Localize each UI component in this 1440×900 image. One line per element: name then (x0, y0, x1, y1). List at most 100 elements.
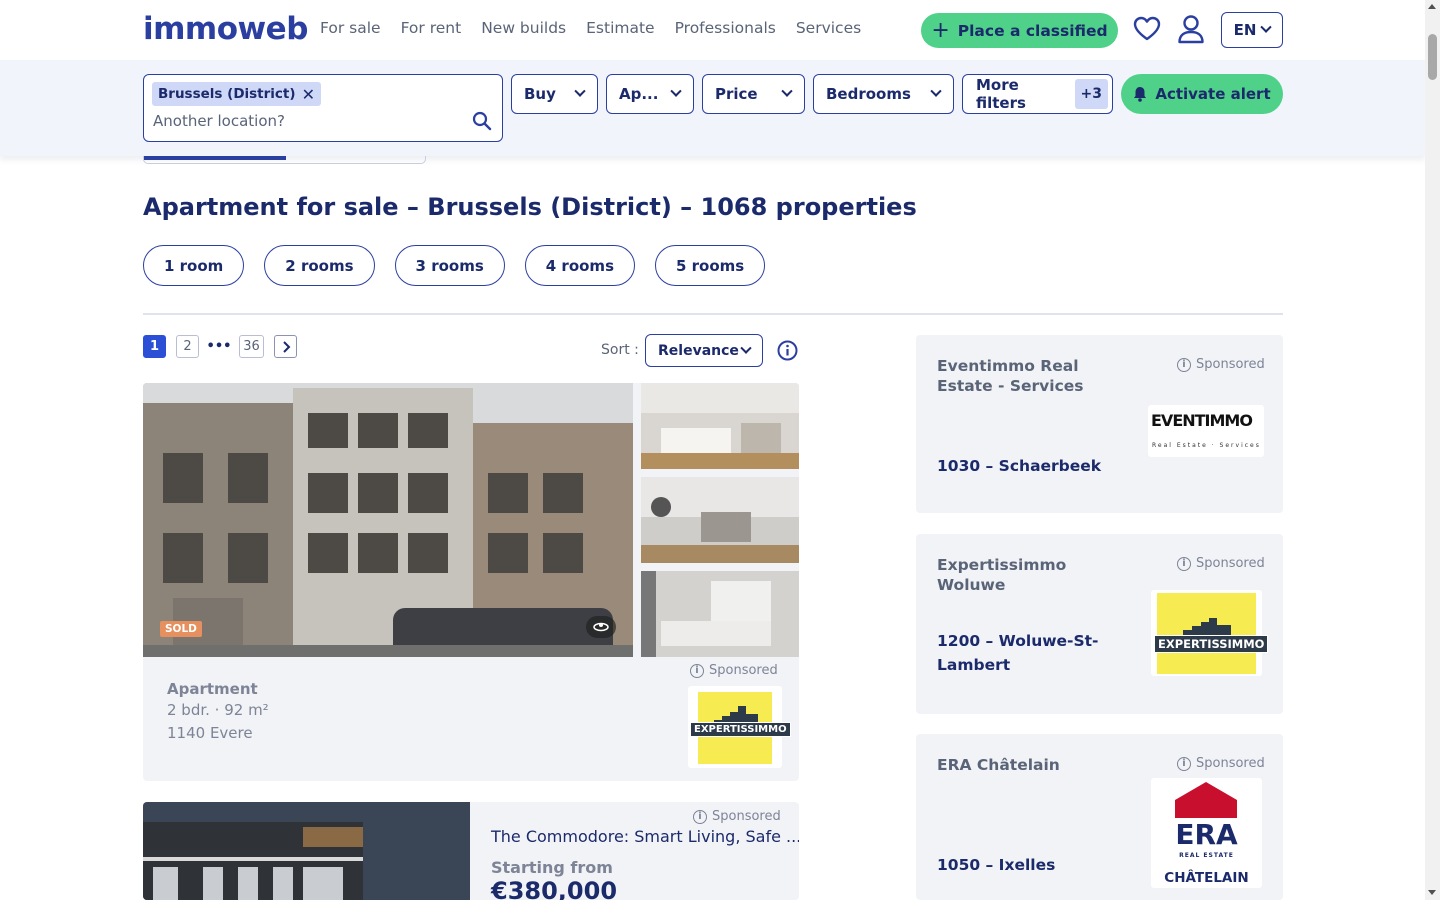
sponsored-text: Sponsored (1196, 357, 1265, 372)
nav-estimate[interactable]: Estimate (586, 19, 654, 37)
heart-icon[interactable] (1133, 15, 1161, 43)
location-input[interactable] (153, 110, 453, 132)
sidebar-agency-ad[interactable]: ERA Châtelain i Sponsored ERA REAL ESTAT… (916, 734, 1283, 900)
property-type-filter[interactable]: Ap... (606, 74, 694, 114)
era-logo-location: CHÂTELAIN (1164, 870, 1249, 886)
main-nav: For sale For rent New builds Estimate Pr… (320, 19, 861, 37)
agency-logo-text: EXPERTISSIMMO (690, 722, 791, 737)
listing-card[interactable]: i Sponsored The Commodore: Smart Living,… (143, 802, 799, 900)
chevron-down-icon (740, 342, 752, 354)
sidebar-agency-ad[interactable]: Expertissimmo Woluwe i Sponsored EXPERTI… (916, 534, 1283, 714)
price-filter-label: Price (715, 85, 758, 103)
page-current[interactable]: 1 (143, 335, 166, 358)
room-pill-2[interactable]: 2 rooms (264, 245, 375, 286)
price-filter[interactable]: Price (702, 74, 805, 114)
360-view-icon[interactable] (586, 616, 616, 638)
listing-thumbnail-1[interactable] (641, 383, 799, 469)
info-icon: i (1177, 756, 1191, 771)
sidebar-agency-ad[interactable]: Eventimmo Real Estate - Services i Spons… (916, 335, 1283, 513)
location-chip-label: Brussels (District) (158, 86, 296, 102)
listing-price: €380,000 (491, 877, 618, 900)
search-icon[interactable] (472, 111, 492, 131)
room-pill-1[interactable]: 1 room (143, 245, 245, 286)
era-logo-subtitle: REAL ESTATE (1179, 852, 1234, 859)
listing-thumbnail-3[interactable] (641, 571, 799, 657)
next-page-button[interactable] (274, 335, 297, 358)
agency-logo[interactable]: EXPERTISSIMMO (688, 686, 791, 768)
bell-icon (1134, 87, 1147, 102)
nav-services[interactable]: Services (796, 19, 861, 37)
page-last[interactable]: 36 (239, 335, 264, 358)
activate-alert-label: Activate alert (1155, 85, 1271, 103)
listing-thumbnail-2[interactable] (641, 477, 799, 563)
bedrooms-filter-label: Bedrooms (826, 85, 911, 103)
eventimmo-logo-text: EVENTIMMO (1151, 411, 1253, 430)
room-filter-pills: 1 room 2 rooms 3 rooms 4 rooms 5 rooms (143, 245, 766, 286)
sponsored-label: i Sponsored (1177, 556, 1265, 571)
more-filters-label: More filters (976, 76, 1026, 112)
activate-alert-button[interactable]: Activate alert (1121, 74, 1283, 114)
scroll-up-arrow[interactable] (1428, 4, 1436, 9)
sold-badge: SOLD (160, 621, 202, 637)
top-navigation: immoweb For sale For rent New builds Est… (0, 0, 1425, 60)
location-search-box[interactable]: Brussels (District) ✕ (143, 74, 503, 142)
sponsored-text: Sponsored (709, 663, 778, 678)
agency-location: 1030 – Schaerbeek (937, 457, 1102, 475)
view-toggle-tabs[interactable] (143, 156, 426, 164)
scroll-down-arrow[interactable] (1428, 890, 1436, 895)
page-ellipsis: ••• (206, 339, 232, 354)
nav-professionals[interactable]: Professionals (675, 19, 776, 37)
info-icon: i (693, 809, 707, 824)
sponsored-label: i Sponsored (690, 663, 778, 678)
transaction-filter-label: Buy (524, 85, 556, 103)
page-2[interactable]: 2 (176, 335, 199, 358)
place-classified-button[interactable]: + Place a classified (921, 13, 1118, 48)
room-pill-5[interactable]: 5 rooms (655, 245, 766, 286)
transaction-filter[interactable]: Buy (511, 74, 598, 114)
place-classified-label: Place a classified (957, 21, 1108, 40)
sort-select[interactable]: Relevance (645, 334, 763, 367)
listing-type: Apartment (167, 680, 258, 698)
nav-for-rent[interactable]: For rent (401, 19, 462, 37)
more-filters-button[interactable]: More filters +3 (962, 74, 1113, 114)
listing-main-photo[interactable] (143, 802, 470, 900)
chevron-down-icon (574, 85, 586, 97)
starting-from-label: Starting from (491, 858, 613, 877)
info-icon: i (1177, 556, 1191, 571)
scrollbar-thumb[interactable] (1428, 34, 1437, 80)
sponsored-label: i Sponsored (1177, 357, 1265, 372)
user-icon[interactable] (1177, 14, 1205, 44)
listing-title[interactable]: The Commodore: Smart Living, Safe ... (491, 827, 799, 846)
chevron-down-icon (930, 85, 942, 97)
chevron-down-icon (781, 85, 793, 97)
listing-specs: 2 bdr. · 92 m² (167, 701, 269, 719)
info-icon[interactable] (777, 340, 798, 361)
sponsored-text: Sponsored (1196, 556, 1265, 571)
agency-location: 1050 – Ixelles (937, 856, 1056, 874)
page-title: Apartment for sale – Brussels (District)… (143, 193, 917, 221)
eventimmo-logo-subtitle: Real Estate · Services (1152, 442, 1261, 449)
nav-for-sale[interactable]: For sale (320, 19, 381, 37)
bedrooms-filter[interactable]: Bedrooms (813, 74, 954, 114)
plus-icon: + (931, 17, 950, 43)
listing-main-photo[interactable] (143, 383, 633, 657)
sort-value: Relevance (658, 342, 739, 359)
room-pill-4[interactable]: 4 rooms (524, 245, 635, 286)
chevron-down-icon (1260, 21, 1273, 33)
location-chip[interactable]: Brussels (District) ✕ (152, 82, 321, 106)
agency-location: 1200 – Woluwe-St-Lambert (937, 632, 1099, 674)
listing-location: 1140 Evere (167, 724, 253, 742)
nav-new-builds[interactable]: New builds (481, 19, 566, 37)
agency-name: Expertissimmo Woluwe (937, 556, 1067, 594)
listing-card[interactable]: SOLD i Sponsored Apartment 2 bdr. · 92 m… (143, 383, 799, 781)
sponsored-label: i Sponsored (693, 809, 781, 824)
sponsored-text: Sponsored (712, 809, 781, 824)
language-selector[interactable]: EN (1221, 12, 1283, 48)
info-icon: i (1177, 357, 1191, 372)
immoweb-logo[interactable]: immoweb (143, 11, 308, 47)
room-pill-3[interactable]: 3 rooms (394, 245, 505, 286)
page-scrollbar[interactable] (1425, 0, 1440, 900)
agency-logo: ERA REAL ESTATE CHÂTELAIN (1151, 778, 1262, 888)
chevron-down-icon (670, 85, 682, 97)
close-icon[interactable]: ✕ (302, 85, 315, 104)
